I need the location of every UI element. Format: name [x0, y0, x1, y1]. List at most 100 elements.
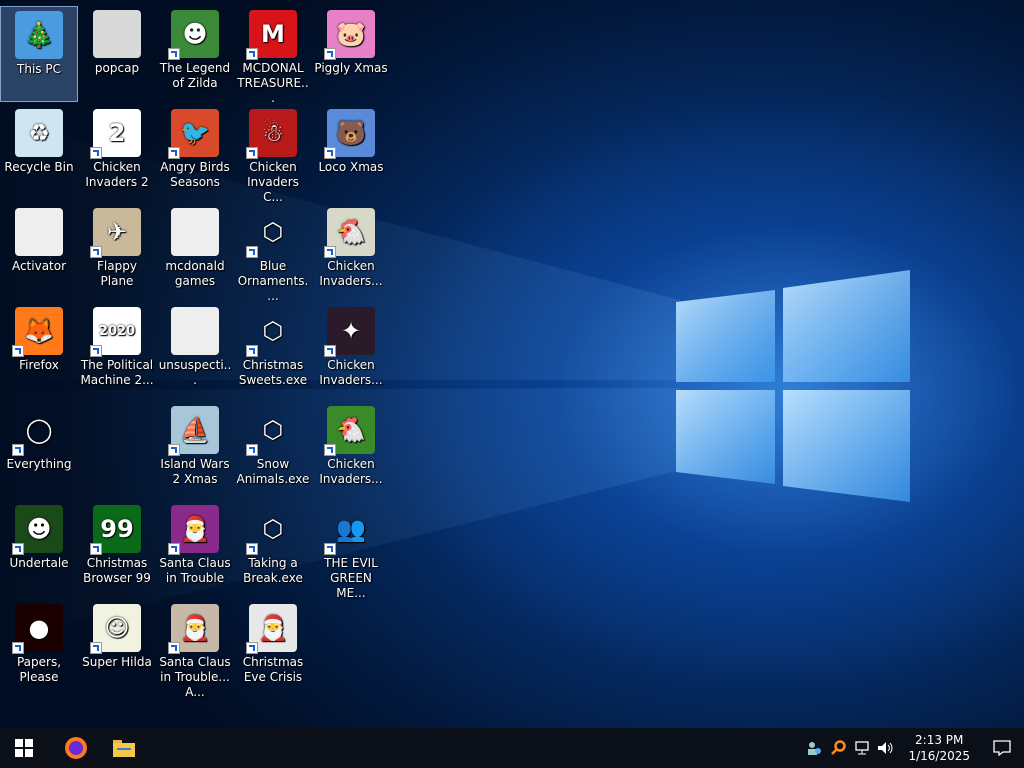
desktop-icon[interactable]: 🐔 Chicken Invaders...	[312, 402, 390, 498]
app-icon: 2	[90, 109, 141, 159]
desktop-icon[interactable]: ⬡ Snow Animals.exe	[234, 402, 312, 498]
desktop-icon-label: Santa Claus in Trouble	[159, 556, 231, 585]
desktop-icon-label: Chicken Invaders C...	[247, 160, 299, 204]
shortcut-arrow-icon	[168, 48, 180, 60]
desktop-icon[interactable]: ⬡ Taking a Break.exe	[234, 501, 312, 597]
app-icon: 🐦	[168, 109, 219, 159]
shortcut-arrow-icon	[246, 444, 258, 456]
desktop-icon-label: Island Wars 2 Xmas	[160, 457, 230, 486]
desktop-icon[interactable]: ◯ Everything	[0, 402, 78, 498]
desktop-icon[interactable]: 🎄 This PC	[0, 6, 78, 102]
shortcut-arrow-icon	[246, 147, 258, 159]
shortcut-arrow-icon	[324, 147, 336, 159]
app-icon: ⬡	[246, 406, 297, 456]
taskbar: 2:13 PM 1/16/2025	[0, 728, 1024, 768]
desktop-icon[interactable]: ⛵ Island Wars 2 Xmas	[156, 402, 234, 498]
desktop-icon-label: This PC	[17, 62, 61, 76]
shortcut-arrow-icon	[90, 345, 102, 357]
desktop-icon[interactable]: M MCDONAL TREASURE...	[234, 6, 312, 105]
desktop-icon-label: Flappy Plane	[97, 259, 137, 288]
shortcut-arrow-icon	[168, 642, 180, 654]
network-icon[interactable]	[850, 728, 874, 768]
desktop-icon[interactable]: ☺ Super Hilda	[78, 600, 156, 696]
app-icon: 🐻	[324, 109, 375, 159]
app-icon	[93, 10, 141, 58]
desktop-icon-label: The Political Machine 2...	[80, 358, 154, 387]
desktop-icon-label: Chicken Invaders 2	[85, 160, 149, 189]
desktop-icon-label: Loco Xmas	[318, 160, 384, 174]
everything-tray-icon[interactable]	[826, 728, 850, 768]
desktop-icon[interactable]: ☻ Undertale	[0, 501, 78, 597]
desktop-icon[interactable]: 👥 THE EVIL GREEN ME...	[312, 501, 390, 600]
app-icon: 🎄	[15, 11, 63, 59]
desktop-icon[interactable]: mcdonald games	[156, 204, 234, 300]
desktop-icon[interactable]: unsuspecti...	[156, 303, 234, 399]
desktop-icon[interactable]: ☃ Chicken Invaders C...	[234, 105, 312, 204]
desktop-icon-label: Taking a Break.exe	[243, 556, 303, 585]
desktop-icon-label: Chicken Invaders...	[319, 259, 383, 288]
file-explorer-taskbar-button[interactable]	[100, 728, 148, 768]
desktop-icon-label: Christmas Browser 99	[83, 556, 151, 585]
desktop-icon[interactable]: ☻ The Legend of Zilda	[156, 6, 234, 102]
app-icon: M	[246, 10, 297, 60]
app-icon	[15, 208, 63, 256]
clock-date: 1/16/2025	[908, 749, 970, 763]
desktop-icon[interactable]: popcap	[78, 6, 156, 102]
app-icon: ♻	[15, 109, 63, 157]
desktop-icon[interactable]: Activator	[0, 204, 78, 300]
desktop-icon-label: Undertale	[9, 556, 69, 570]
firefox-taskbar-button[interactable]	[52, 728, 100, 768]
desktop-icon-label: Christmas Eve Crisis	[242, 655, 304, 684]
action-center-button[interactable]	[980, 728, 1024, 768]
taskbar-clock[interactable]: 2:13 PM 1/16/2025	[898, 732, 980, 764]
shortcut-arrow-icon	[324, 345, 336, 357]
shortcut-arrow-icon	[90, 147, 102, 159]
app-icon: ☻	[12, 505, 63, 555]
desktop-icon[interactable]: ✈ Flappy Plane	[78, 204, 156, 300]
shortcut-arrow-icon	[90, 246, 102, 258]
system-tray: 2:13 PM 1/16/2025	[802, 728, 1024, 768]
desktop-icon[interactable]: ⬡ Christmas Sweets.exe	[234, 303, 312, 399]
app-icon: 🎅	[246, 604, 297, 654]
app-icon: 🎅	[168, 604, 219, 654]
desktop-icon[interactable]: 2020 The Political Machine 2...	[78, 303, 156, 399]
desktop-icon-label: Everything	[6, 457, 72, 471]
app-icon	[171, 307, 219, 355]
desktop-icon[interactable]: ⬡ Blue Ornaments....	[234, 204, 312, 304]
desktop-icon[interactable]: 🎅 Christmas Eve Crisis	[234, 600, 312, 696]
desktop-icon[interactable]: ♻ Recycle Bin	[0, 105, 78, 201]
firefox-icon	[65, 737, 87, 759]
start-button[interactable]	[0, 728, 48, 768]
people-tray-icon[interactable]	[802, 728, 826, 768]
shortcut-arrow-icon	[246, 345, 258, 357]
desktop-icon-label: Blue Ornaments....	[237, 259, 309, 303]
desktop-icon[interactable]: 🦊 Firefox	[0, 303, 78, 399]
desktop-icon[interactable]: 🎅 Santa Claus in Trouble	[156, 501, 234, 597]
desktop-icon[interactable]: ● Papers, Please	[0, 600, 78, 696]
volume-icon[interactable]	[874, 728, 898, 768]
desktop-icon[interactable]: 🐷 Piggly Xmas	[312, 6, 390, 102]
app-icon: 2020	[90, 307, 141, 357]
desktop-icon[interactable]: 2 Chicken Invaders 2	[78, 105, 156, 201]
desktop-icon[interactable]: 🎅 Santa Claus in Trouble... A...	[156, 600, 234, 699]
shortcut-arrow-icon	[12, 642, 24, 654]
app-icon: 🦊	[12, 307, 63, 357]
desktop-icon[interactable]: 🐔 Chicken Invaders...	[312, 204, 390, 300]
shortcut-arrow-icon	[246, 543, 258, 555]
shortcut-arrow-icon	[324, 543, 336, 555]
shortcut-arrow-icon	[168, 147, 180, 159]
app-icon: ●	[12, 604, 63, 654]
app-icon: 👥	[324, 505, 375, 555]
windows-start-icon	[15, 739, 33, 757]
desktop-icon[interactable]: ✦ Chicken Invaders...	[312, 303, 390, 399]
app-icon: ✈	[90, 208, 141, 258]
shortcut-arrow-icon	[324, 246, 336, 258]
desktop-icon[interactable]: 99 Christmas Browser 99	[78, 501, 156, 597]
desktop-icon-label: Santa Claus in Trouble... A...	[159, 655, 231, 699]
desktop-icon[interactable]: 🐦 Angry Birds Seasons	[156, 105, 234, 201]
desktop-icon-label: mcdonald games	[165, 259, 225, 288]
app-icon: 99	[90, 505, 141, 555]
shortcut-arrow-icon	[168, 444, 180, 456]
desktop-icon-label: Super Hilda	[82, 655, 152, 669]
desktop-icon[interactable]: 🐻 Loco Xmas	[312, 105, 390, 201]
